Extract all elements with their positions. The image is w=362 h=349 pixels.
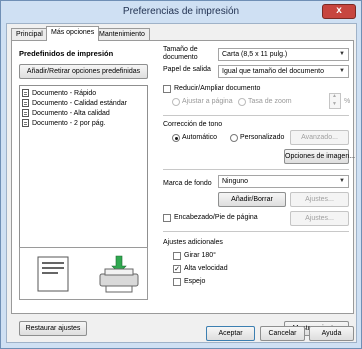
- rotate-180-label: Girar 180°: [184, 252, 216, 259]
- print-preview-icon: [37, 255, 139, 293]
- dialog-body: Principal Más opciones Mantenimiento Pre…: [6, 23, 357, 343]
- document-icon: [22, 99, 29, 107]
- cancel-button[interactable]: Cancelar: [260, 326, 305, 341]
- document-size-select[interactable]: Carta (8,5 x 11 pulg.) ▼: [218, 48, 349, 61]
- document-size-label-line2: documento: [163, 54, 198, 61]
- window-title: Preferencias de impresión: [122, 6, 240, 17]
- chevron-down-icon: ▼: [339, 68, 345, 74]
- reduce-enlarge-checkbox[interactable]: [163, 85, 171, 93]
- list-item[interactable]: Documento - Rápido: [22, 89, 96, 99]
- reduce-enlarge-label: Reducir/Ampliar documento: [174, 85, 261, 92]
- output-paper-select[interactable]: Igual que tamaño del documento ▼: [218, 65, 349, 78]
- presets-heading: Predefinidos de impresión: [19, 49, 114, 58]
- zoom-spinner[interactable]: ▲ ▼: [329, 93, 341, 109]
- spinner-up-icon[interactable]: ▲: [332, 93, 337, 99]
- image-options-button[interactable]: Opciones de imagen...: [284, 149, 355, 164]
- header-footer-settings-button[interactable]: Ajustes...: [290, 211, 349, 226]
- spinner-down-icon[interactable]: ▼: [332, 101, 337, 107]
- fit-to-page-label: Ajustar a página: [182, 98, 233, 105]
- restore-settings-button[interactable]: Restaurar ajustes: [19, 321, 87, 336]
- high-speed-checkbox[interactable]: ✓: [173, 265, 181, 273]
- divider: [163, 169, 349, 170]
- zoom-rate-radio[interactable]: [238, 98, 246, 106]
- mirror-label: Espejo: [184, 278, 206, 285]
- ok-button[interactable]: Aceptar: [206, 326, 255, 341]
- advanced-button[interactable]: Avanzado...: [290, 130, 349, 145]
- color-custom-radio[interactable]: [230, 134, 238, 142]
- preview-box: [19, 247, 148, 300]
- divider: [163, 231, 349, 232]
- document-icon: [22, 109, 29, 117]
- list-item[interactable]: Documento - Alta calidad: [22, 109, 110, 119]
- document-size-label-line1: Tamaño de: [163, 46, 198, 53]
- document-icon: [22, 119, 29, 127]
- close-button[interactable]: x: [322, 4, 356, 19]
- additional-settings-label: Ajustes adicionales: [163, 239, 223, 246]
- help-button[interactable]: Ayuda: [309, 326, 354, 341]
- add-remove-presets-button[interactable]: Añadir/Retirar opciones predefinidas: [19, 64, 148, 79]
- high-speed-label: Alta velocidad: [184, 265, 228, 272]
- watermark-select[interactable]: Ninguno ▼: [218, 175, 349, 188]
- color-correction-label: Corrección de tono: [163, 121, 223, 128]
- zoom-unit: %: [344, 98, 351, 105]
- fit-to-page-radio[interactable]: [172, 98, 180, 106]
- rotate-180-checkbox[interactable]: [173, 252, 181, 260]
- output-paper-label: Papel de salida: [163, 66, 211, 73]
- mirror-checkbox[interactable]: [173, 278, 181, 286]
- watermark-settings-button[interactable]: Ajustes...: [290, 192, 349, 207]
- header-footer-checkbox[interactable]: [163, 214, 171, 222]
- color-custom-label: Personalizado: [240, 134, 285, 141]
- watermark-label: Marca de fondo: [163, 180, 212, 187]
- add-delete-watermark-button[interactable]: Añadir/Borrar: [218, 192, 286, 207]
- divider: [163, 115, 349, 116]
- list-item[interactable]: Documento - 2 por pág.: [22, 119, 106, 129]
- zoom-rate-label: Tasa de zoom: [248, 98, 292, 105]
- list-item[interactable]: Documento - Calidad estándar: [22, 99, 127, 109]
- chevron-down-icon: ▼: [339, 178, 345, 184]
- chevron-down-icon: ▼: [339, 51, 345, 57]
- tab-panel: Predefinidos de impresión Añadir/Retirar…: [11, 40, 355, 336]
- header-footer-label: Encabezado/Pie de página: [174, 214, 258, 221]
- tab-mas-opciones[interactable]: Más opciones: [46, 26, 100, 41]
- color-auto-radio[interactable]: [172, 134, 180, 142]
- title-bar: Preferencias de impresión x: [1, 1, 361, 23]
- color-auto-label: Automático: [182, 134, 218, 141]
- print-preferences-window: Preferencias de impresión x Principal Má…: [0, 0, 362, 349]
- document-icon: [22, 89, 29, 97]
- presets-list[interactable]: Documento - Rápido Documento - Calidad e…: [19, 85, 148, 259]
